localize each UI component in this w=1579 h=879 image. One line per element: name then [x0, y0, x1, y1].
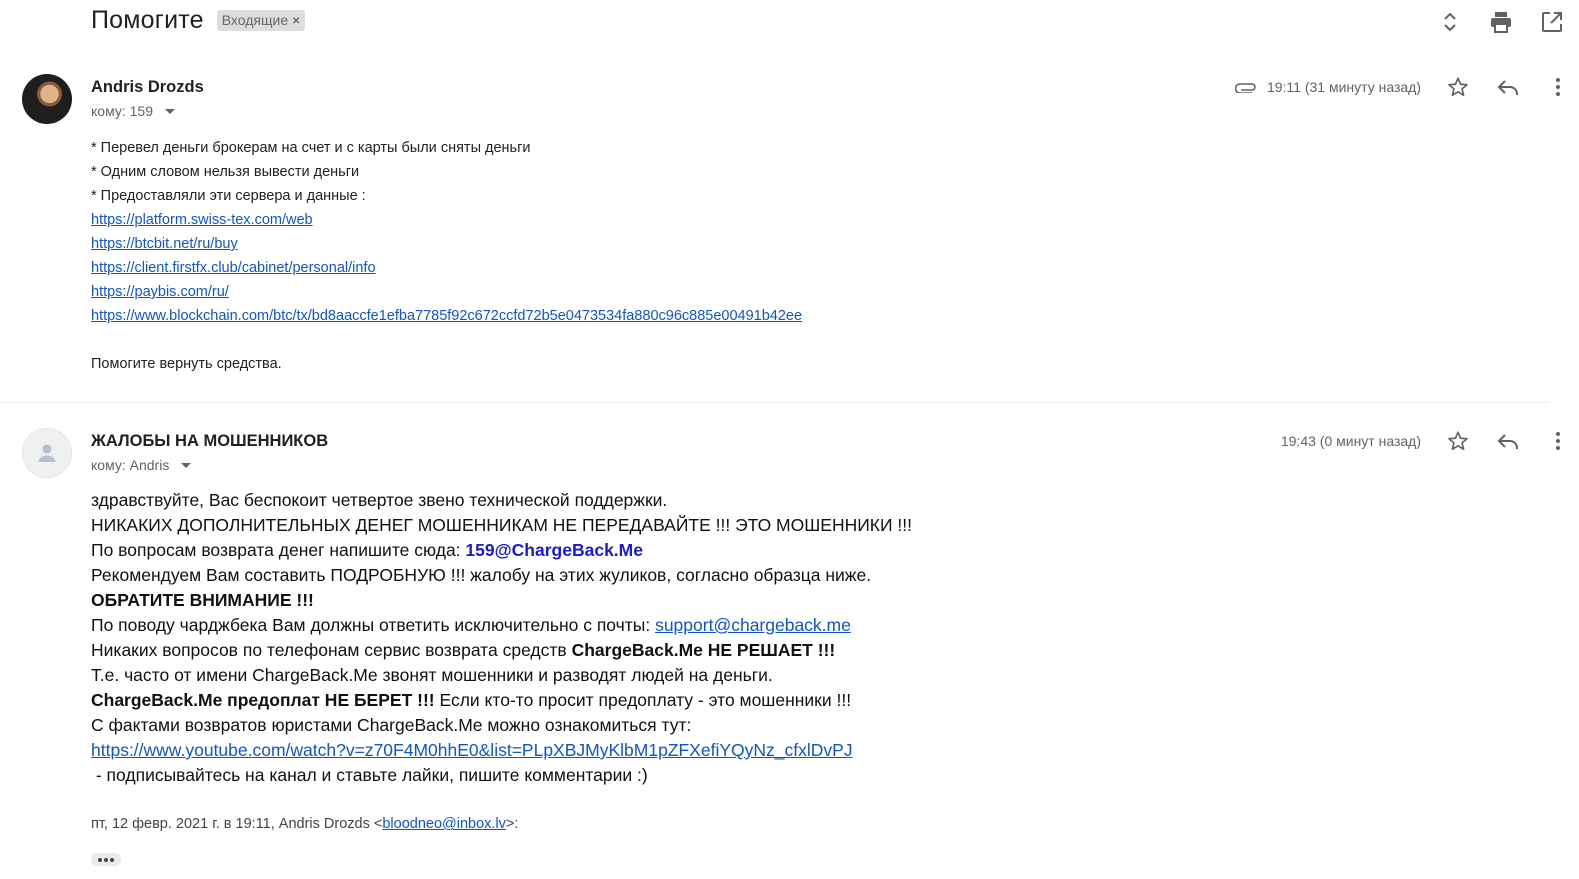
thread-header: Помогите Входящие ×: [91, 6, 306, 35]
email-link[interactable]: support@chargeback.me: [655, 615, 851, 635]
reply-icon[interactable]: [1495, 74, 1521, 100]
body-line: ChargeBack.Me предоплат НЕ БЕРЕТ !!! Есл…: [91, 688, 912, 713]
body-line: Рекомендуем Вам составить ПОДРОБНУЮ !!! …: [91, 565, 872, 585]
body-line: По вопросам возврата денег напишите сюда…: [91, 538, 912, 563]
youtube-link[interactable]: https://www.youtube.com/watch?v=z70F4M0h…: [91, 740, 853, 760]
message-body: здравствуйте, Вас беспокоит четвертое зв…: [91, 488, 912, 788]
body-link[interactable]: https://platform.swiss-tex.com/web: [91, 212, 313, 228]
body-line: здравствуйте, Вас беспокоит четвертое зв…: [91, 490, 668, 510]
message-divider: [0, 402, 1549, 403]
thread-toolbar: [1437, 9, 1565, 35]
message-time: 19:11 (31 минуту назад): [1266, 79, 1421, 95]
body-link[interactable]: https://paybis.com/ru/: [91, 284, 229, 300]
body-line: - подписывайтесь на канал и ставьте лайк…: [91, 765, 648, 785]
quote-prefix: пт, 12 февр. 2021 г. в 19:11, Andris Dro…: [91, 816, 383, 832]
show-trimmed-content-button[interactable]: [91, 853, 121, 866]
body-text: По поводу чарджбека Вам должны ответить …: [91, 615, 656, 635]
email-link[interactable]: bloodneo@inbox.lv: [382, 816, 506, 832]
reply-icon[interactable]: [1495, 428, 1521, 454]
avatar[interactable]: [22, 428, 72, 478]
avatar[interactable]: [22, 74, 72, 124]
more-options-icon[interactable]: [1545, 428, 1571, 454]
sender-name[interactable]: Andris Drozds: [91, 78, 204, 97]
quote-suffix: >:: [505, 816, 519, 832]
thread-subject: Помогите: [91, 6, 204, 34]
body-bold-text: ОБРАТИТЕ ВНИМАНИЕ !!!: [91, 590, 314, 610]
body-line: Помогите вернуть средства.: [91, 356, 282, 372]
body-link[interactable]: https://btcbit.net/ru/buy: [91, 236, 238, 252]
body-text: Никаких вопросов по телефонам сервис воз…: [91, 640, 572, 660]
recipient-line: кому: Andris: [91, 457, 192, 473]
recipient-text: кому: 159: [91, 103, 153, 119]
star-icon[interactable]: [1445, 428, 1471, 454]
show-details-icon[interactable]: [181, 462, 192, 468]
expand-collapse-icon[interactable]: [1437, 9, 1463, 35]
more-options-icon[interactable]: [1545, 74, 1571, 100]
body-text: По вопросам возврата денег напишите сюда…: [91, 540, 466, 560]
recipient-line: кому: 159: [91, 103, 175, 119]
message-meta: 19:43 (0 минут назад): [1281, 428, 1571, 454]
body-text: Если кто-то просит предоплату - это моше…: [434, 690, 852, 710]
body-line: НИКАКИХ ДОПОЛНИТЕЛЬНЫХ ДЕНЕГ МОШЕННИКАМ …: [91, 515, 913, 535]
body-line: Т.е. часто от имени ChargeBack.Me звонят…: [91, 665, 773, 685]
default-person-icon: [38, 444, 56, 462]
message-meta: 19:11 (31 минуту назад): [1234, 74, 1571, 100]
message-time: 19:43 (0 минут назад): [1280, 433, 1421, 449]
show-details-icon[interactable]: [165, 108, 175, 114]
remove-label-icon[interactable]: ×: [292, 12, 300, 28]
message-body: * Перевел деньги брокерам на счет и с ка…: [91, 136, 802, 376]
body-line: Никаких вопросов по телефонам сервис воз…: [91, 638, 912, 663]
body-bold-text: ChargeBack.Me предоплат НЕ БЕРЕТ !!!: [91, 690, 435, 710]
body-line: По поводу чарджбека Вам должны ответить …: [91, 613, 912, 638]
email-link[interactable]: 159@ChargeBack.Me: [465, 540, 643, 560]
body-line: * Перевел деньги брокерам на счет и с ка…: [91, 140, 531, 156]
body-line: * Предоставляли эти сервера и данные :: [91, 188, 366, 204]
body-line: * Одним словом нельзя вывести деньги: [91, 164, 360, 180]
open-new-window-icon[interactable]: [1539, 9, 1565, 35]
label-chip-text: Входящие: [221, 12, 289, 28]
sender-name[interactable]: ЖАЛОБЫ НА МОШЕННИКОВ: [91, 432, 328, 451]
recipient-text: кому: Andris: [91, 457, 170, 473]
star-icon[interactable]: [1445, 74, 1471, 100]
body-link[interactable]: https://client.firstfx.club/cabinet/pers…: [91, 260, 376, 276]
label-chip-inbox[interactable]: Входящие ×: [216, 10, 306, 31]
quoted-header: пт, 12 февр. 2021 г. в 19:11, Andris Dro…: [91, 816, 518, 832]
body-line: ОБРАТИТЕ ВНИМАНИЕ !!!: [91, 588, 912, 613]
body-line: С фактами возвратов юристами ChargeBack.…: [91, 715, 692, 735]
attachment-icon: [1234, 81, 1257, 93]
print-icon[interactable]: [1488, 9, 1514, 35]
body-link[interactable]: https://www.blockchain.com/btc/tx/bd8aac…: [91, 308, 802, 324]
body-bold-text: ChargeBack.Me НЕ РЕШАЕТ !!!: [571, 640, 836, 660]
